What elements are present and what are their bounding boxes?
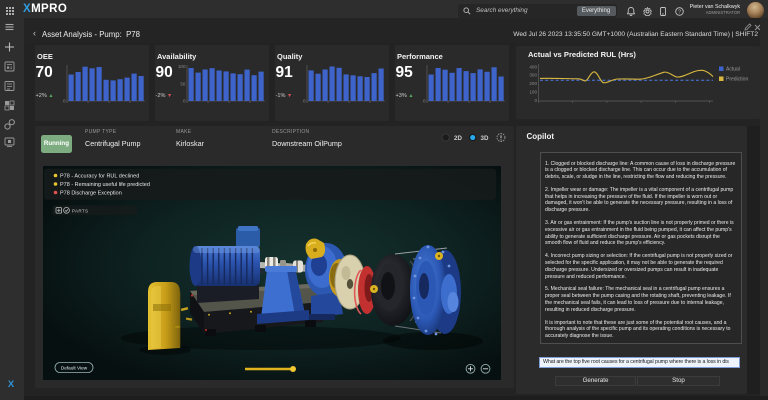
svg-text:400: 400 <box>529 64 537 69</box>
svg-text:0: 0 <box>302 98 305 103</box>
svg-text:200: 200 <box>529 81 537 86</box>
svg-text:?: ? <box>678 10 681 16</box>
svg-text:0: 0 <box>62 98 65 103</box>
svg-text:50: 50 <box>180 81 186 86</box>
svg-text:Actual: Actual <box>726 67 740 73</box>
svg-text:100: 100 <box>177 64 185 69</box>
svg-text:100: 100 <box>529 90 537 95</box>
svg-text:2D: 2D <box>454 135 462 142</box>
svg-text:3D: 3D <box>481 135 489 142</box>
svg-text:Default View: Default View <box>61 365 88 370</box>
svg-text:0: 0 <box>182 98 185 103</box>
svg-text:P78 Discharge Exception: P78 Discharge Exception <box>60 190 122 196</box>
svg-text:300: 300 <box>529 73 537 78</box>
svg-text:0: 0 <box>534 98 537 103</box>
svg-text:X: X <box>8 379 15 390</box>
svg-text:PARTS: PARTS <box>72 208 88 213</box>
svg-text:Prediction: Prediction <box>726 77 748 83</box>
svg-text:P78 - Accuracy for RUL decline: P78 - Accuracy for RUL declined <box>60 173 139 179</box>
svg-text:P78 - Remaining useful life pr: P78 - Remaining useful life predicted <box>60 182 150 188</box>
svg-text:0: 0 <box>422 98 425 103</box>
